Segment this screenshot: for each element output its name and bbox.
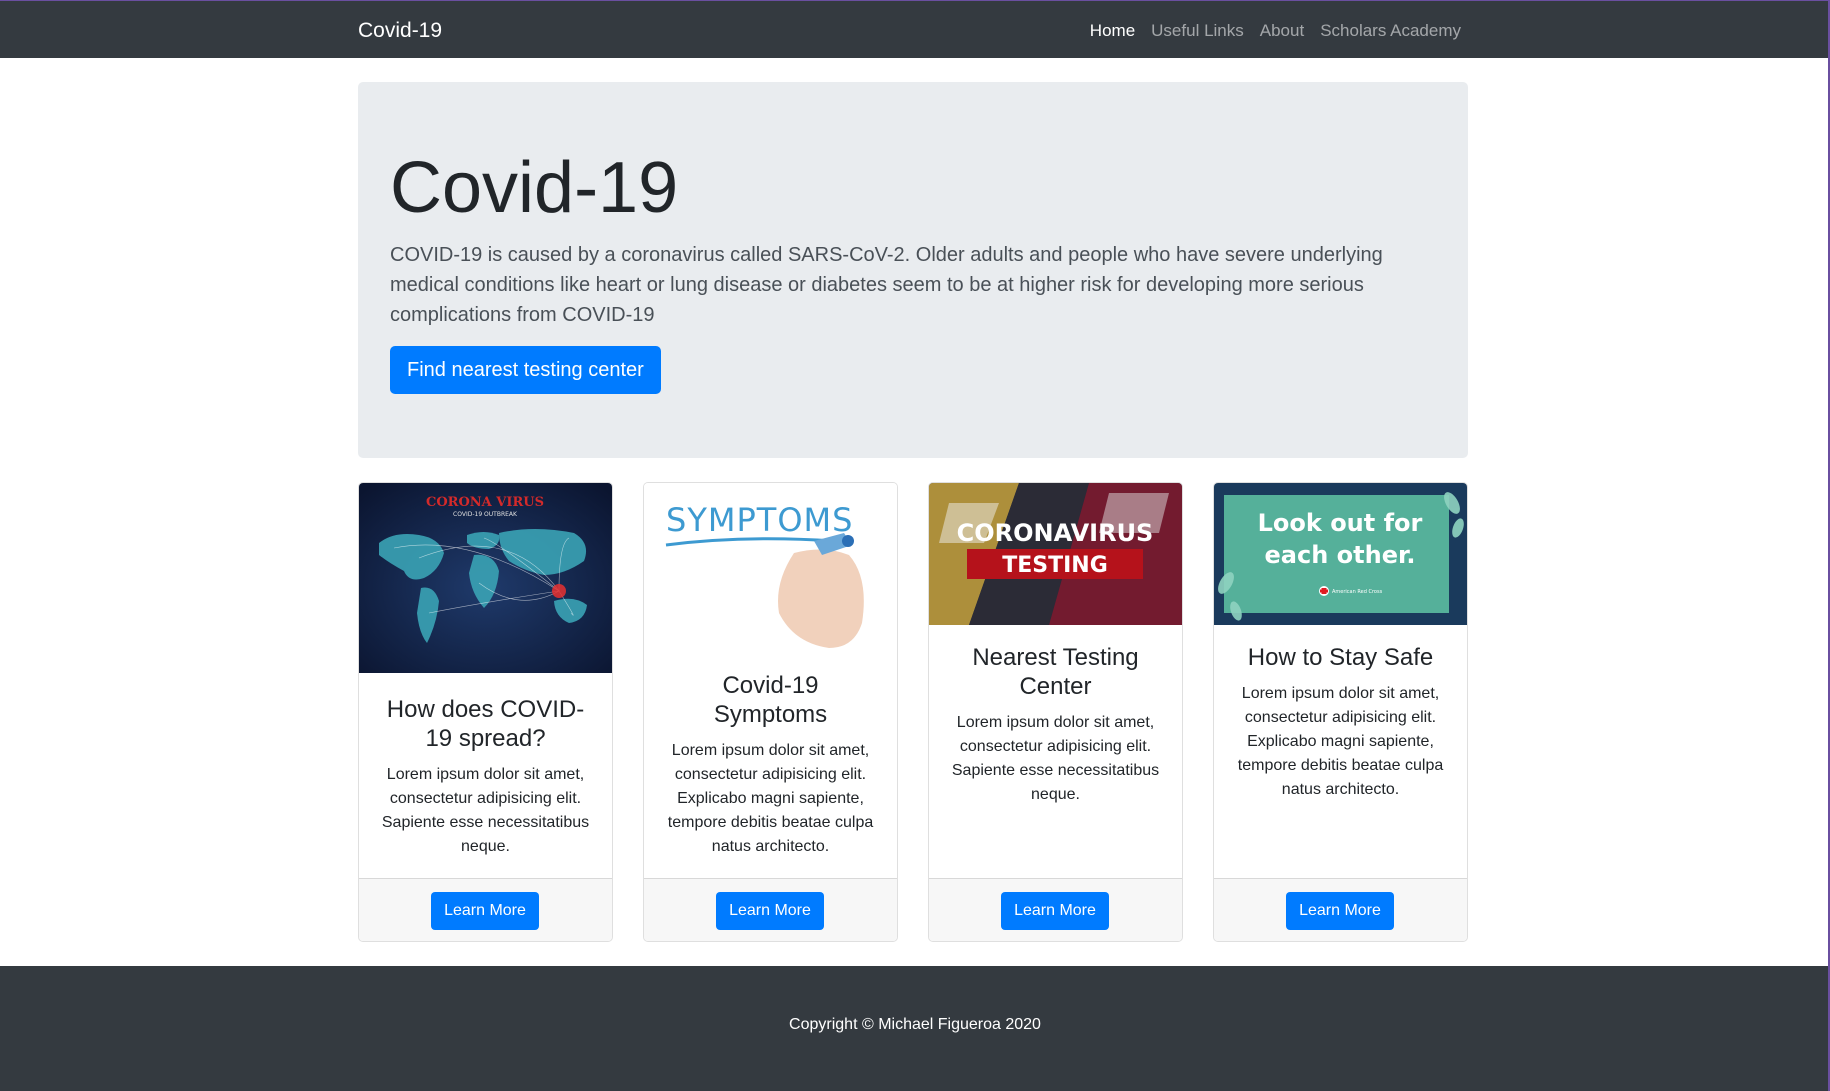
- coronavirus-testing-image: CORONAVIRUS TESTING: [929, 483, 1182, 625]
- card-title: How does COVID-19 spread?: [386, 696, 585, 752]
- learn-more-button[interactable]: Learn More: [716, 892, 824, 930]
- page-footer: Copyright © Michael Figueroa 2020: [0, 966, 1830, 1091]
- hero-title: Covid-19: [390, 148, 679, 228]
- card-text: Lorem ipsum dolor sit amet, consectetur …: [381, 766, 590, 855]
- image-heading-text: CORONAVIRUS: [957, 519, 1154, 547]
- image-subheading-text: TESTING: [1002, 553, 1108, 578]
- card-symptoms: SYMPTOMS Covid-19 Symptoms Lorem ipsum d…: [643, 482, 898, 942]
- card-footer: Learn More: [359, 878, 612, 941]
- find-testing-center-button[interactable]: Find nearest testing center: [390, 346, 661, 394]
- nav-link-scholars-academy[interactable]: Scholars Academy: [1320, 21, 1461, 41]
- card-text: Lorem ipsum dolor sit amet, consectetur …: [951, 714, 1160, 803]
- card-title: Nearest Testing Center: [972, 644, 1139, 700]
- map-subtitle-text: COVID-19 OUTBREAK: [453, 511, 518, 518]
- card-covid-spread: CORONA VIRUS COVID-19 OUTBREAK How does …: [358, 482, 613, 942]
- card-testing-center: CORONAVIRUS TESTING Nearest Testing Cent…: [928, 482, 1183, 942]
- card-text: Lorem ipsum dolor sit amet, consectetur …: [1237, 685, 1444, 798]
- look-out-image: Look out for each other. American Red Cr…: [1214, 483, 1467, 625]
- nav-link-about[interactable]: About: [1260, 21, 1304, 41]
- card-body: Nearest Testing Center Lorem ipsum dolor…: [929, 643, 1182, 807]
- card-body: Covid-19 Symptoms Lorem ipsum dolor sit …: [644, 671, 897, 859]
- red-cross-logo-text: American Red Cross: [1332, 589, 1383, 595]
- footer-copyright: Copyright © Michael Figueroa 2020: [789, 1016, 1041, 1033]
- card-footer: Learn More: [1214, 878, 1467, 941]
- nav-link-useful-links[interactable]: Useful Links: [1151, 21, 1244, 41]
- map-title-text: CORONA VIRUS: [426, 495, 544, 510]
- card-body: How to Stay Safe Lorem ipsum dolor sit a…: [1214, 643, 1467, 802]
- card-title: Covid-19 Symptoms: [713, 672, 828, 728]
- world-map-image: CORONA VIRUS COVID-19 OUTBREAK: [359, 483, 612, 673]
- card-footer: Learn More: [644, 878, 897, 941]
- learn-more-button[interactable]: Learn More: [431, 892, 539, 930]
- card-title: How to Stay Safe: [1247, 644, 1434, 671]
- card-body: How does COVID-19 spread? Lorem ipsum do…: [359, 695, 612, 859]
- learn-more-button[interactable]: Learn More: [1001, 892, 1109, 930]
- card-stay-safe: Look out for each other. American Red Cr…: [1213, 482, 1468, 942]
- learn-more-button[interactable]: Learn More: [1286, 892, 1394, 930]
- image-line1-text: Look out for: [1258, 509, 1423, 537]
- navbar: Covid-19 Home Useful Links About Scholar…: [0, 0, 1830, 58]
- image-line2-text: each other.: [1265, 541, 1416, 569]
- symptoms-image: SYMPTOMS: [644, 483, 897, 653]
- hero-jumbotron: Covid-19 COVID-19 is caused by a coronav…: [358, 82, 1468, 458]
- nav-links: Home Useful Links About Scholars Academy: [1090, 21, 1461, 41]
- card-footer: Learn More: [929, 878, 1182, 941]
- navbar-brand[interactable]: Covid-19: [358, 19, 442, 43]
- nav-link-home[interactable]: Home: [1090, 21, 1135, 41]
- hero-lead: COVID-19 is caused by a coronavirus call…: [390, 244, 1383, 326]
- card-text: Lorem ipsum dolor sit amet, consectetur …: [667, 742, 874, 855]
- symptoms-image-text: SYMPTOMS: [666, 501, 853, 539]
